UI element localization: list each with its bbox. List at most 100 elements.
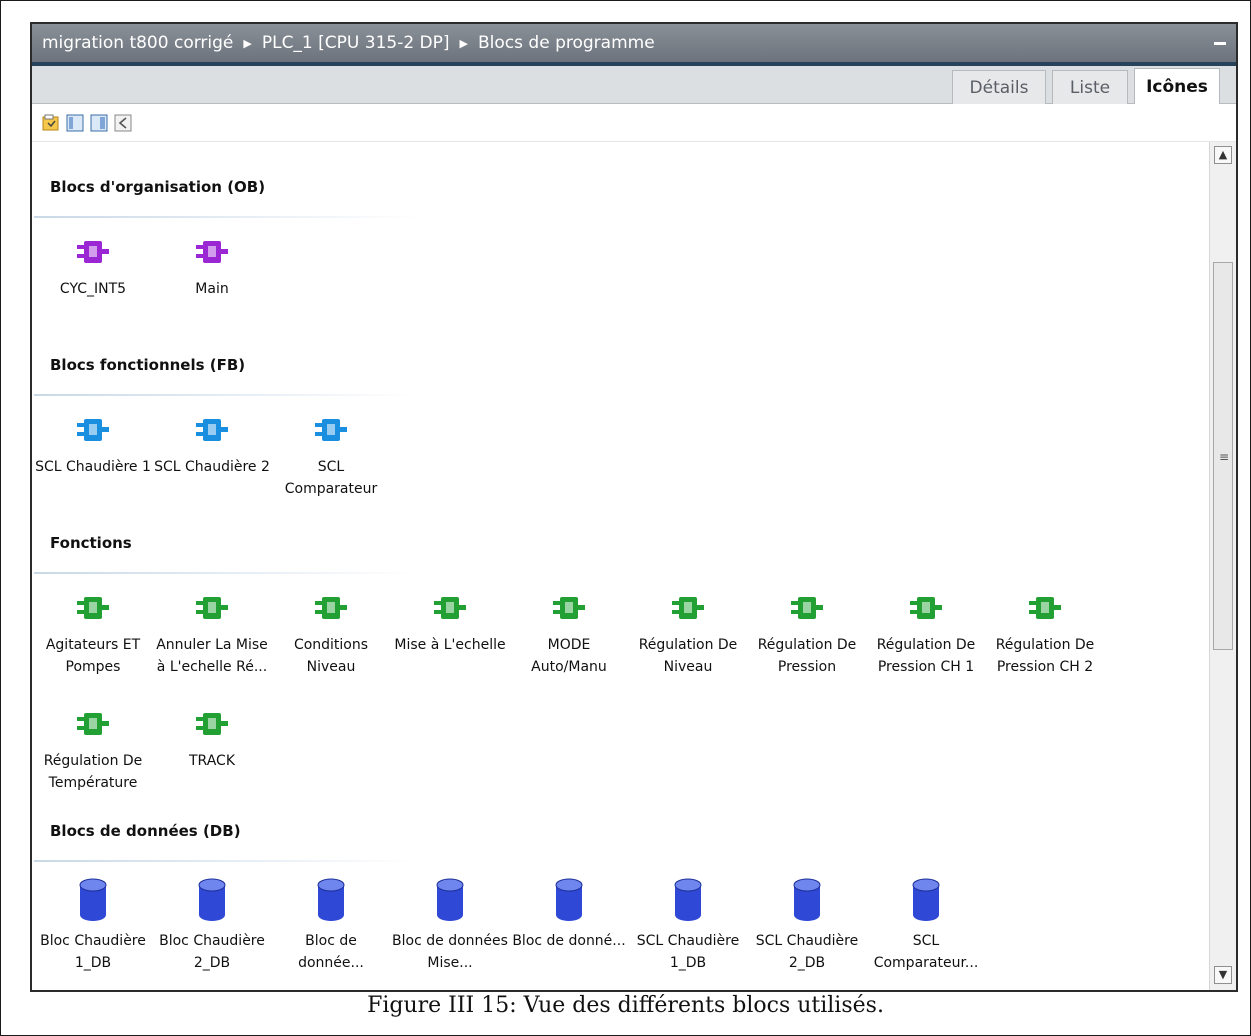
block-item-fc[interactable]: Régulation De Niveau — [628, 596, 748, 678]
block-item-db[interactable]: SCL Chaudière 1_DB — [628, 878, 748, 974]
block-label: MODE Auto/Manu — [531, 637, 607, 675]
block-item-db[interactable]: Bloc de donné... — [509, 878, 629, 952]
section-title-db: Blocs de données (DB) — [50, 822, 241, 840]
breadcrumb-arrow-icon: ▶ — [459, 36, 469, 50]
fb-block-icon — [271, 418, 391, 446]
fc-block-icon — [271, 596, 391, 624]
block-item-db[interactable]: Bloc Chaudière 2_DB — [152, 878, 272, 974]
block-label: SCL Comparateur... — [873, 933, 979, 971]
fc-block-icon — [747, 596, 867, 624]
data-block-icon — [747, 878, 867, 926]
fc-block-icon — [390, 596, 510, 624]
block-icon-view: Blocs d'organisation (OB) CYC_INT5 Main Blo… — [32, 142, 1209, 990]
block-label: Régulation De Pression — [757, 637, 857, 675]
block-item-fc[interactable]: Conditions Niveau — [271, 596, 391, 678]
block-label: Bloc de donné... — [512, 933, 626, 949]
fc-block-icon — [152, 596, 272, 624]
data-block-icon — [271, 878, 391, 926]
section-divider — [34, 216, 420, 218]
block-item-fb[interactable]: SCL Chaudière 1 — [33, 418, 153, 478]
scroll-up-icon[interactable]: ▲ — [1214, 146, 1232, 164]
data-block-icon — [33, 878, 153, 926]
collapse-icon[interactable] — [114, 114, 132, 132]
fb-block-icon — [152, 418, 272, 446]
block-label: Bloc de donnée... — [298, 933, 364, 971]
new-folder-icon[interactable] — [42, 114, 60, 132]
data-block-icon — [628, 878, 748, 926]
block-item-db[interactable]: Bloc de donnée... — [271, 878, 391, 974]
block-item-db[interactable]: Bloc de données Mise... — [390, 878, 510, 974]
fc-block-icon — [866, 596, 986, 624]
block-item-db[interactable]: SCL Comparateur... — [866, 878, 986, 974]
fc-block-icon — [33, 712, 153, 740]
block-item-ob[interactable]: CYC_INT5 — [33, 240, 153, 300]
block-item-fc[interactable]: Mise à L'echelle — [390, 596, 510, 656]
breadcrumb-arrow-icon: ▶ — [243, 36, 252, 50]
scroll-grip-icon: ≡ — [1219, 450, 1230, 464]
block-item-fc[interactable]: Régulation De Pression — [747, 596, 867, 678]
block-item-fb[interactable]: SCL Comparateur — [271, 418, 391, 500]
tab-list[interactable]: Liste — [1052, 70, 1128, 104]
section-title-ob: Blocs d'organisation (OB) — [50, 178, 266, 196]
block-label: Régulation De Pression CH 2 — [995, 637, 1095, 675]
block-label: SCL Chaudière 2 — [154, 459, 270, 475]
fc-block-icon — [152, 712, 272, 740]
vertical-scrollbar[interactable]: ▲ ≡ ▼ — [1209, 142, 1236, 990]
block-item-fc[interactable]: Agitateurs ET Pompes — [33, 596, 153, 678]
block-label: Agitateurs ET Pompes — [45, 637, 141, 675]
section-divider — [34, 860, 420, 862]
block-item-fc[interactable]: MODE Auto/Manu — [509, 596, 629, 678]
fc-block-icon — [33, 596, 153, 624]
block-label: SCL Chaudière 2_DB — [755, 933, 859, 971]
block-label: Mise à L'echelle — [394, 637, 506, 653]
view-panel-icon[interactable] — [66, 114, 84, 132]
block-item-ob[interactable]: Main — [152, 240, 272, 300]
data-block-icon — [390, 878, 510, 926]
minimize-icon[interactable] — [1214, 42, 1226, 45]
block-label: SCL Comparateur — [284, 459, 378, 497]
block-label: SCL Chaudière 1 — [35, 459, 151, 475]
block-label: Annuler La Mise à L'echelle Ré... — [156, 637, 268, 675]
ob-block-icon — [33, 240, 153, 268]
block-item-fc[interactable]: Annuler La Mise à L'echelle Ré... — [152, 596, 272, 678]
program-blocks-window: migration t800 corrigé ▶ PLC_1 [CPU 315-… — [30, 22, 1238, 992]
figure-caption: Figure III 15: Vue des différents blocs … — [367, 993, 884, 1018]
section-title-fc: Fonctions — [50, 534, 132, 552]
fc-block-icon — [628, 596, 748, 624]
breadcrumb-project[interactable]: migration t800 corrigé — [42, 33, 233, 53]
block-label: SCL Chaudière 1_DB — [636, 933, 740, 971]
block-label: Régulation De Température — [43, 753, 143, 791]
section-divider — [34, 572, 420, 574]
scroll-thumb[interactable]: ≡ — [1213, 262, 1233, 650]
fc-block-icon — [509, 596, 629, 624]
block-label: CYC_INT5 — [59, 281, 127, 297]
block-item-fb[interactable]: SCL Chaudière 2 — [152, 418, 272, 478]
fb-block-icon — [33, 418, 153, 446]
block-item-fc[interactable]: Régulation De Pression CH 1 — [866, 596, 986, 678]
tab-details[interactable]: Détails — [952, 70, 1046, 104]
block-label: Main — [195, 281, 229, 297]
block-label: Bloc Chaudière 1_DB — [40, 933, 146, 971]
block-item-db[interactable]: Bloc Chaudière 1_DB — [33, 878, 153, 974]
section-title-fb: Blocs fonctionnels (FB) — [50, 356, 246, 374]
block-item-fc[interactable]: Régulation De Température — [33, 712, 153, 794]
breadcrumb-program-blocks[interactable]: Blocs de programme — [478, 33, 655, 53]
fc-block-icon — [985, 596, 1105, 624]
block-label: Régulation De Niveau — [638, 637, 738, 675]
data-block-icon — [509, 878, 629, 926]
block-label: Conditions Niveau — [293, 637, 369, 675]
block-label: TRACK — [189, 753, 235, 769]
block-item-fc[interactable]: TRACK — [152, 712, 272, 772]
scroll-down-icon[interactable]: ▼ — [1214, 966, 1232, 984]
data-block-icon — [866, 878, 986, 926]
block-item-fc[interactable]: Régulation De Pression CH 2 — [985, 596, 1105, 678]
tab-icons[interactable]: Icônes — [1134, 68, 1220, 105]
view-split-icon[interactable] — [90, 114, 108, 132]
toolbar — [32, 104, 1236, 142]
block-label: Régulation De Pression CH 1 — [876, 637, 976, 675]
breadcrumb-plc[interactable]: PLC_1 [CPU 315-2 DP] — [262, 33, 450, 53]
ob-block-icon — [152, 240, 272, 268]
section-divider — [34, 394, 420, 396]
block-item-db[interactable]: SCL Chaudière 2_DB — [747, 878, 867, 974]
data-block-icon — [152, 878, 272, 926]
